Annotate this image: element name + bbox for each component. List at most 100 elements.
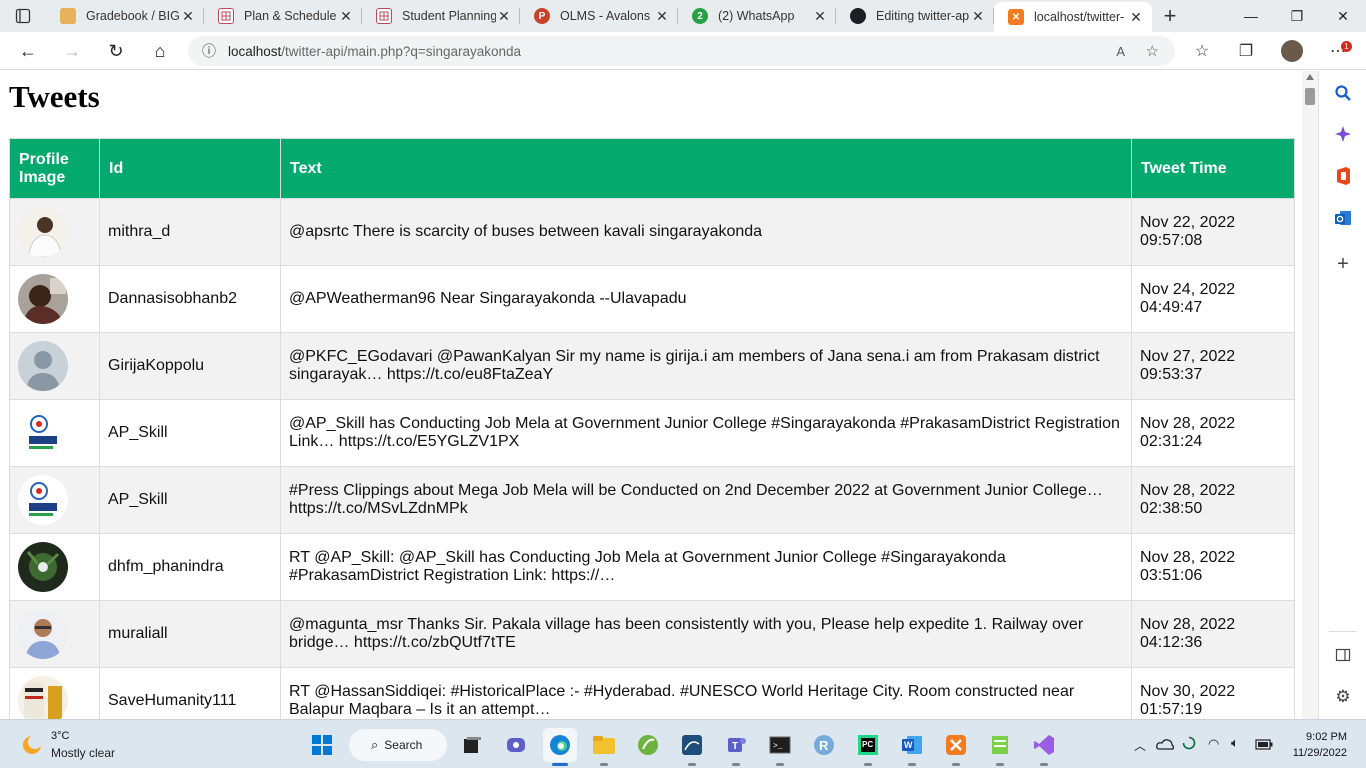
- office-icon[interactable]: [1331, 164, 1355, 188]
- tab-plan-schedule[interactable]: Plan & Schedule ✕: [204, 0, 362, 32]
- home-button[interactable]: ⌂: [144, 35, 176, 67]
- back-button[interactable]: ←: [12, 35, 44, 67]
- tweet-date: Nov 28, 2022: [1140, 616, 1236, 633]
- tweet-time: 09:53:37: [1140, 366, 1203, 383]
- teams-chat-icon[interactable]: [499, 728, 533, 762]
- profile-avatar[interactable]: [1276, 35, 1308, 67]
- avatar-cell: [9, 466, 100, 534]
- tab-title: OLMS - Avalons: [560, 9, 651, 23]
- chevron-up-icon[interactable]: ︿: [1134, 737, 1146, 754]
- close-icon[interactable]: ✕: [970, 8, 986, 25]
- avatar: [18, 207, 68, 257]
- onedrive-icon[interactable]: [1156, 737, 1174, 755]
- weather-icon[interactable]: [20, 733, 44, 762]
- close-icon[interactable]: ✕: [496, 8, 512, 25]
- avatar: [18, 475, 68, 525]
- tweet-text: @magunta_msr Thanks Sir. Pakala village …: [280, 600, 1132, 668]
- minimize-button[interactable]: —: [1228, 0, 1274, 32]
- close-window-button[interactable]: ✕: [1320, 0, 1366, 32]
- tweet-id: Dannasisobhanb2: [99, 265, 281, 333]
- new-tab-button[interactable]: +: [1152, 0, 1188, 32]
- hide-sidebar-icon[interactable]: [1331, 643, 1355, 667]
- taskbar: 3°C Mostly clear ⌕ Search T >_ R PC W ︿ ◠…: [0, 719, 1366, 768]
- taskbar-search[interactable]: ⌕ Search: [349, 729, 447, 761]
- restore-button[interactable]: ❐: [1274, 0, 1320, 32]
- volume-icon[interactable]: 🔈︎: [1231, 735, 1239, 751]
- close-icon[interactable]: ✕: [180, 8, 196, 25]
- tweet-time-cell: Nov 28, 2022 04:12:36: [1131, 600, 1295, 668]
- settings-menu-icon[interactable]: ⋯ 1: [1322, 35, 1354, 67]
- file-explorer-icon[interactable]: [587, 728, 621, 766]
- close-icon[interactable]: ✕: [654, 8, 670, 25]
- tab-localhost[interactable]: ✕ localhost/twitter- ✕: [994, 2, 1152, 32]
- close-icon[interactable]: ✕: [812, 8, 828, 25]
- scroll-thumb[interactable]: [1305, 88, 1315, 105]
- tab-github[interactable]: Editing twitter-ap ✕: [836, 0, 994, 32]
- url-host: localhost: [228, 43, 282, 59]
- page-title: Tweets: [9, 79, 100, 114]
- tab-student-planning[interactable]: Student Planning ✕: [362, 0, 520, 32]
- start-button[interactable]: [305, 728, 339, 762]
- tab-whatsapp[interactable]: 2 (2) WhatsApp ✕: [678, 0, 836, 32]
- tab-olms[interactable]: P OLMS - Avalons ✕: [520, 0, 678, 32]
- terminal-icon[interactable]: >_: [763, 728, 797, 766]
- info-icon[interactable]: ⓘ: [202, 41, 228, 61]
- notepad-icon[interactable]: [983, 728, 1017, 766]
- table-row: GirijaKoppolu @PKFC_EGodavari @PawanKaly…: [9, 332, 1295, 400]
- column-header-text: Text: [280, 138, 1132, 199]
- tweet-time: 02:31:24: [1140, 433, 1203, 450]
- forward-button[interactable]: →: [56, 35, 88, 67]
- favorites-icon[interactable]: ☆: [1186, 35, 1218, 67]
- address-bar-row: ← → ↻ ⌂ ⓘ localhost/twitter-api/main.php…: [0, 32, 1366, 70]
- column-header-tweet-time: Tweet Time: [1131, 138, 1295, 199]
- sparkle-icon[interactable]: [1331, 122, 1355, 146]
- tab-actions-button[interactable]: [0, 0, 46, 32]
- battery-icon[interactable]: [1255, 737, 1273, 755]
- close-icon[interactable]: ✕: [338, 8, 354, 25]
- gear-icon[interactable]: ⚙: [1331, 685, 1355, 709]
- tweet-id: SaveHumanity111: [99, 667, 281, 719]
- collections-icon[interactable]: ❐: [1230, 35, 1262, 67]
- avatar-cell: [9, 667, 100, 719]
- page-viewport: Tweets Profile Image Id Text Tweet Time …: [0, 71, 1302, 719]
- notification-badge: 1: [1341, 41, 1352, 52]
- avatar-cell: [9, 399, 100, 467]
- svg-text:>_: >_: [773, 742, 783, 751]
- word-icon[interactable]: W: [895, 728, 929, 766]
- r-icon[interactable]: R: [807, 728, 841, 762]
- url-field[interactable]: ⓘ localhost/twitter-api/main.php?q=singa…: [188, 36, 1175, 66]
- visual-studio-icon[interactable]: [1027, 728, 1061, 766]
- clock-date[interactable]: 11/29/2022: [1287, 747, 1347, 759]
- wifi-icon[interactable]: ◠: [1208, 736, 1219, 752]
- refresh-button[interactable]: ↻: [100, 35, 132, 67]
- table-row: mithra_d @apsrtc There is scarcity of bu…: [9, 198, 1295, 266]
- outlook-icon[interactable]: [1331, 206, 1355, 230]
- teams-icon[interactable]: T: [719, 728, 753, 766]
- spring-icon[interactable]: [631, 728, 665, 762]
- avatar: [18, 408, 68, 458]
- avatar: [18, 676, 68, 719]
- edge-icon[interactable]: [543, 728, 577, 766]
- pycharm-icon[interactable]: PC: [851, 728, 885, 766]
- xampp-icon: ✕: [1008, 9, 1024, 25]
- tweet-time-cell: Nov 28, 2022 02:38:50: [1131, 466, 1295, 534]
- clock-time[interactable]: 9:02 PM: [1297, 731, 1347, 743]
- task-view-icon[interactable]: [455, 728, 489, 762]
- weather-description[interactable]: Mostly clear: [51, 746, 115, 760]
- avatar-cell: [9, 198, 100, 266]
- scroll-up-arrow[interactable]: [1306, 74, 1314, 80]
- table-header-row: Profile Image Id Text Tweet Time: [9, 138, 1295, 199]
- avatar-cell: [9, 332, 100, 400]
- page-scrollbar[interactable]: [1302, 71, 1318, 719]
- read-aloud-icon[interactable]: A: [1116, 44, 1125, 59]
- sync-icon[interactable]: [1181, 735, 1197, 756]
- weather-temperature[interactable]: 3°C: [51, 730, 69, 742]
- mysql-workbench-icon[interactable]: [675, 728, 709, 766]
- tweet-id: AP_Skill: [99, 466, 281, 534]
- xampp-icon[interactable]: [939, 728, 973, 766]
- add-favorite-icon[interactable]: ☆: [1146, 42, 1159, 60]
- close-icon[interactable]: ✕: [1128, 9, 1144, 26]
- search-icon[interactable]: [1331, 81, 1355, 105]
- add-icon[interactable]: +: [1331, 252, 1355, 276]
- tab-gradebook[interactable]: Gradebook / BIG ✕: [46, 0, 204, 32]
